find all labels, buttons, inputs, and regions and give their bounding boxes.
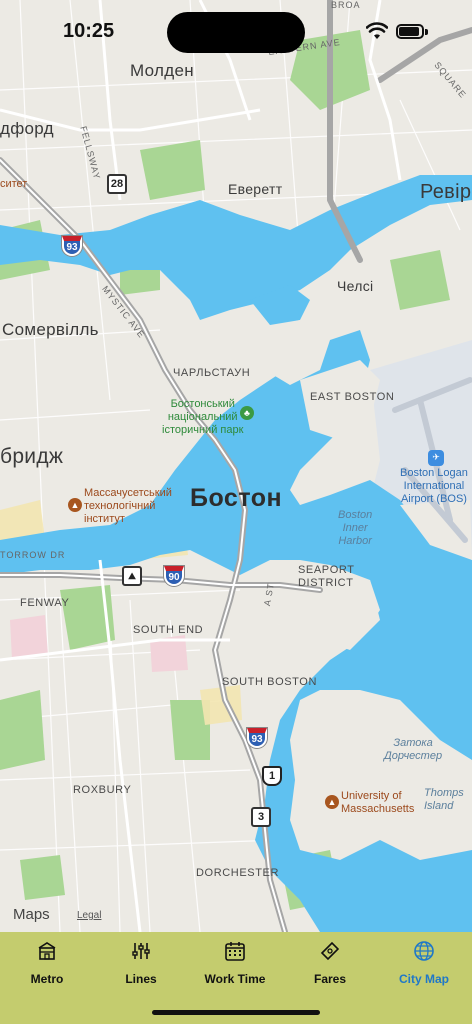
map-label-umass[interactable]: University of Massachusetts [341, 790, 414, 816]
graduation-cap-icon[interactable]: ▲ [325, 795, 339, 809]
home-indicator [152, 1010, 320, 1015]
airplane-icon[interactable]: ✈ [428, 450, 444, 466]
battery-icon [396, 24, 424, 39]
interstate-93-shield-south: 93 [247, 728, 267, 748]
interstate-90-shield: 90 [164, 566, 184, 586]
map-label-dorchester-bay: Затока Дорчестер [384, 737, 443, 762]
map-label-charlestown: ЧАРЛЬСТАУН [173, 367, 251, 379]
map-label-chelsea: Челсі [337, 278, 374, 294]
map-label-boston: Бостон [190, 484, 283, 512]
route-28-shield: 28 [107, 174, 127, 194]
tab-city-map[interactable]: City Map [377, 940, 471, 1000]
route-1-shield: 1 [262, 766, 282, 786]
graduation-cap-icon[interactable]: ▲ [68, 498, 82, 512]
map-label-everett: Еверетт [228, 181, 283, 197]
city-map[interactable]: Молден дфорд Еверетт Ревір Челсі Сомерві… [0, 0, 472, 932]
maps-brand-label: Maps [13, 906, 50, 923]
map-label-national-park[interactable]: Бостонський національний історичний парк [162, 398, 243, 437]
map-label-revere: Ревір [420, 181, 472, 203]
tab-lines[interactable]: Lines [94, 940, 188, 1000]
tab-metro[interactable]: Metro [0, 940, 94, 1000]
map-label-thompson-island: Thomps Island [424, 787, 464, 812]
status-bar: 10:25 [0, 0, 472, 60]
map-label-airport[interactable]: Boston Logan International Airport (BOS) [400, 467, 468, 506]
map-label-dorchester: DORCHESTER [196, 867, 280, 879]
sliders-icon [132, 943, 150, 959]
wifi-icon [366, 22, 388, 39]
tab-label-city-map: City Map [398, 972, 449, 986]
ticket-icon [320, 941, 340, 961]
map-label-univ-fragment: ситет [0, 178, 28, 190]
mass-pike-shield-icon: ⛰ [122, 566, 142, 586]
map-label-inner-harbor: Boston Inner Harbor [338, 509, 373, 547]
tab-label-work-time: Work Time [204, 972, 266, 986]
map-label-fenway: FENWAY [20, 597, 70, 609]
map-label-storrow-dr: TORROW DR [0, 550, 66, 560]
interstate-93-shield: 93 [62, 236, 82, 256]
map-label-east-boston: EAST BOSTON [310, 391, 395, 403]
map-label-somerville: Сомервілль [2, 320, 99, 339]
map-label-south-boston: SOUTH BOSTON [222, 676, 318, 688]
globe-icon [414, 941, 434, 961]
tab-label-fares: Fares [313, 972, 347, 986]
map-label-malden: Молден [130, 61, 194, 80]
map-label-seaport: SEAPORT DISTRICT [298, 564, 355, 589]
apple-maps-logo: Maps [13, 906, 50, 923]
tab-work-time[interactable]: Work Time [188, 940, 282, 1000]
map-label-cambridge: бридж [0, 445, 64, 468]
map-label-roxbury: ROXBURY [73, 784, 132, 796]
legal-link[interactable]: Legal [77, 910, 101, 921]
building-icon [38, 942, 56, 960]
map-label-mit[interactable]: Массачусетський технологічний інститут [84, 487, 172, 526]
tab-label-lines: Lines [125, 972, 157, 986]
calendar-icon [225, 942, 245, 961]
battery-tip [425, 29, 428, 35]
status-time: 10:25 [63, 20, 115, 42]
tab-label-metro: Metro [30, 972, 64, 986]
dynamic-island [167, 12, 305, 53]
tab-fares[interactable]: Fares [283, 940, 377, 1000]
map-label-south-end: SOUTH END [133, 624, 204, 636]
map-label-medford: дфорд [0, 119, 54, 138]
route-3-shield: 3 [251, 807, 271, 827]
